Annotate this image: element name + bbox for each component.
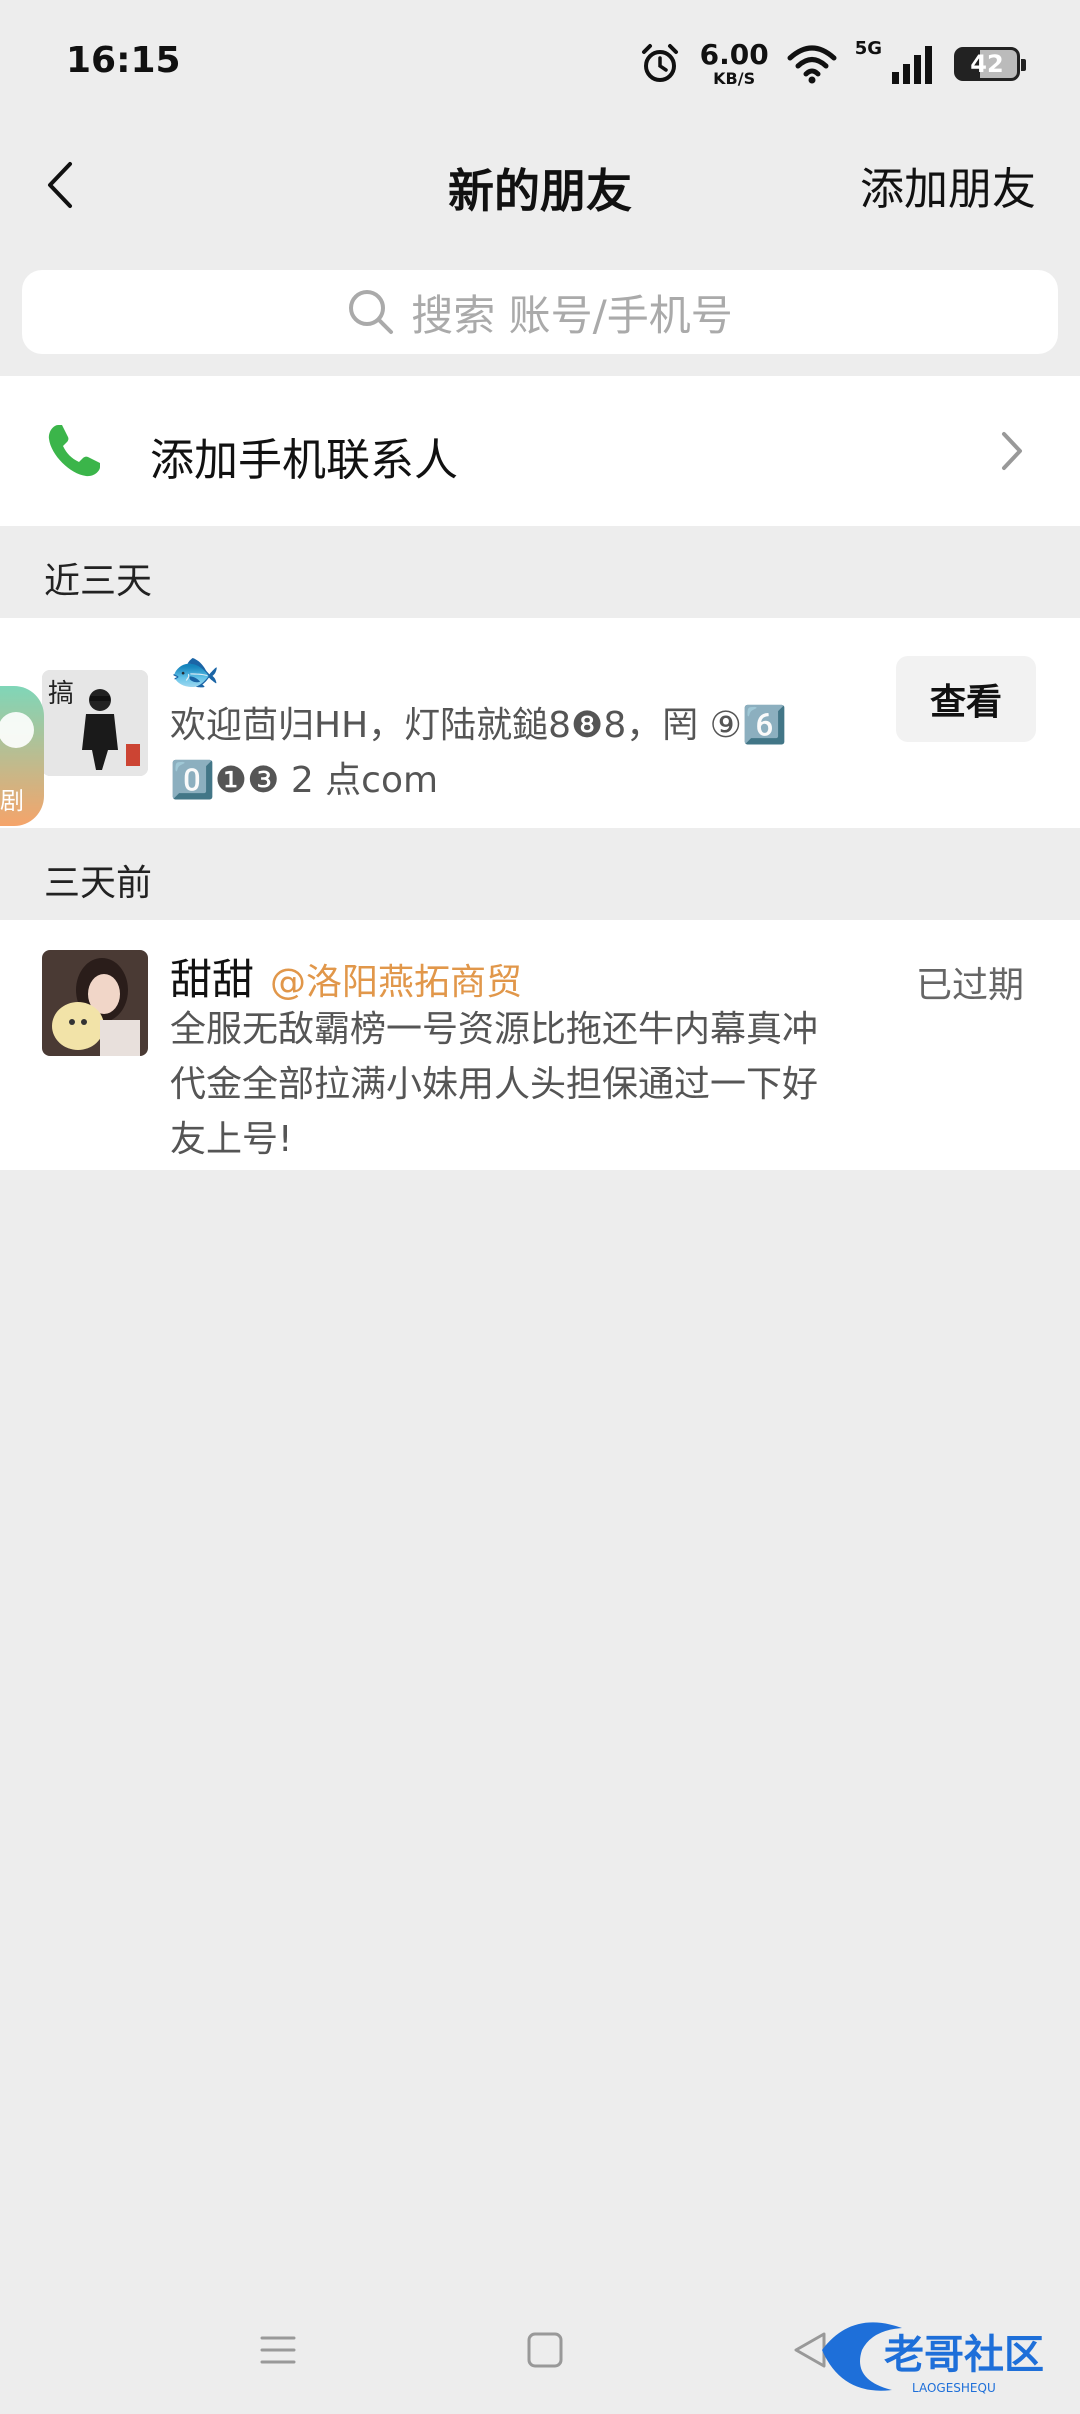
status-bar: 16:15 6.00 KB/S 5G 42 <box>0 0 1080 125</box>
search-placeholder: 搜索 账号/手机号 <box>411 290 733 340</box>
friend-message-line1: 欢迎茴归HH，灯陆就鎚8❽8，罔 ⑨6️⃣ <box>170 705 787 746</box>
friend-request-row[interactable]: 甜甜 @洛阳燕拓商贸 全服无敌霸榜一号资源比拖还牛内幕真冲代金全部拉满小妹用人头担… <box>0 920 1080 1170</box>
home-button[interactable] <box>515 2320 575 2380</box>
friend-name: 🐟 <box>170 649 220 695</box>
friend-message: 全服无敌霸榜一号资源比拖还牛内幕真冲代金全部拉满小妹用人头担保通过一下好友上号! <box>170 1009 819 1160</box>
section-header-older: 三天前 <box>0 828 1080 920</box>
avatar[interactable] <box>42 950 148 1056</box>
add-phone-contacts-row[interactable]: 添加手机联系人 <box>0 376 1080 526</box>
search-input[interactable]: 搜索 账号/手机号 <box>22 270 1058 354</box>
floating-app-bubble[interactable]: 剧 <box>0 686 44 826</box>
alarm-icon <box>641 44 678 82</box>
signal-icon <box>892 46 932 84</box>
view-button[interactable]: 查看 <box>896 656 1036 742</box>
back-arrow-icon <box>48 162 72 208</box>
friend-source: @洛阳燕拓商贸 <box>270 962 523 1003</box>
status-time: 16:15 <box>66 40 181 81</box>
friend-message-line2: 0️⃣❶❸ 2 点com <box>170 760 439 801</box>
back-button[interactable] <box>30 155 90 215</box>
new-friends-screen: 16:15 6.00 KB/S 5G 42 新的朋友 添加朋友 搜索 账号/手机… <box>0 0 1080 2414</box>
network-type: 5G <box>854 37 882 59</box>
home-icon <box>527 2332 563 2368</box>
avatar-image <box>42 950 148 1056</box>
friend-name-line: 甜甜 @洛阳燕拓商贸 <box>170 946 522 1007</box>
battery-icon: 42 <box>954 47 1026 81</box>
friend-request-row[interactable]: 搞 🐟 欢迎茴归HH，灯陆就鎚8❽8，罔 ⑨6️⃣ 0️⃣❶❸ 2 点com 查… <box>0 618 1080 828</box>
expired-status: 已过期 <box>915 965 1024 1006</box>
net-speed: 6.00 KB/S <box>699 38 769 88</box>
avatar[interactable]: 搞 <box>42 670 148 776</box>
avatar-calligraphy: 搞 <box>48 679 74 709</box>
menu-button[interactable] <box>248 2320 308 2380</box>
chevron-right-icon <box>1002 432 1022 470</box>
menu-icon <box>260 2336 296 2364</box>
watermark-logo: 老哥社区 LAOGESHEQU <box>822 2322 1044 2395</box>
wifi-icon <box>787 45 837 84</box>
friend-name: 甜甜 <box>170 955 255 1004</box>
search-icon <box>349 290 394 334</box>
add-phone-contacts-label: 添加手机联系人 <box>150 435 458 486</box>
svg-text:老哥社区: 老哥社区 <box>884 2332 1044 2378</box>
nav-bar: 新的朋友 添加朋友 <box>0 125 1080 245</box>
status-icons: 6.00 KB/S 5G 42 <box>638 36 1026 92</box>
phone-icon <box>48 425 100 477</box>
section-header-recent: 近三天 <box>0 526 1080 618</box>
add-friend-button[interactable]: 添加朋友 <box>860 153 1036 217</box>
svg-text:LAOGESHEQU: LAOGESHEQU <box>912 2381 996 2395</box>
system-nav-bar: 老哥社区 LAOGESHEQU <box>0 2300 1080 2414</box>
avatar-image: 搞 <box>42 670 148 776</box>
friend-message: 欢迎茴归HH，灯陆就鎚8❽8，罔 ⑨6️⃣ 0️⃣❶❸ 2 点com <box>170 698 830 808</box>
